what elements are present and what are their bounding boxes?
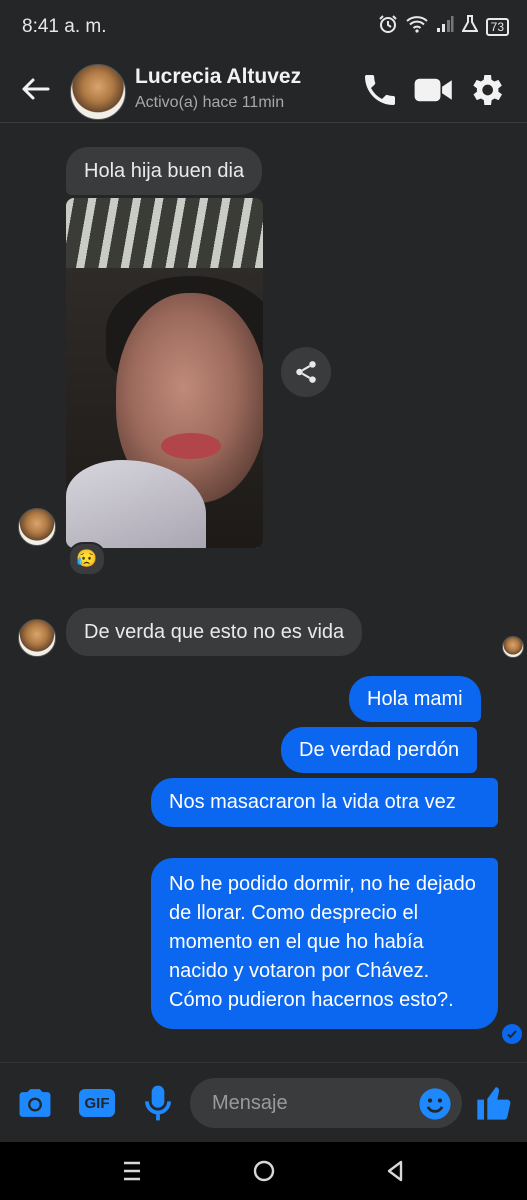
status-bar: 8:41 a. m. 73 — [0, 0, 527, 56]
conversation-settings-button[interactable] — [466, 70, 506, 110]
message-reaction[interactable]: 😥 — [68, 542, 106, 576]
conversation-header: Lucrecia Altuvez Activo(a) hace 11min — [0, 56, 527, 123]
microphone-icon — [145, 1085, 171, 1121]
signal-icon — [436, 15, 454, 38]
outgoing-message[interactable]: Hola mami — [349, 676, 481, 722]
phone-icon — [365, 75, 395, 105]
wifi-icon — [405, 15, 428, 38]
lab-icon — [460, 15, 479, 38]
back-icon — [387, 1160, 403, 1182]
gif-icon: GIF — [79, 1089, 115, 1117]
voice-record-button[interactable] — [138, 1083, 178, 1123]
contact-status: Activo(a) hace 11min — [135, 94, 285, 111]
thumbs-up-icon — [477, 1087, 511, 1120]
voice-call-button[interactable] — [360, 70, 400, 110]
gif-button[interactable]: GIF — [77, 1085, 117, 1121]
status-icons: 73 — [378, 14, 509, 39]
incoming-message[interactable]: Hola hija buen dia — [66, 147, 263, 195]
home-button[interactable] — [248, 1154, 280, 1188]
thumbs-up-button[interactable] — [472, 1081, 516, 1125]
sender-avatar[interactable] — [18, 508, 56, 546]
alarm-icon — [378, 14, 398, 39]
battery-icon: 73 — [485, 17, 509, 36]
home-icon — [253, 1160, 275, 1182]
outgoing-message[interactable]: Nos masacraron la vida otra vez — [151, 778, 498, 827]
camera-icon — [19, 1089, 51, 1117]
outgoing-message[interactable]: De verdad perdón — [281, 727, 478, 773]
back-arrow-icon — [22, 78, 50, 100]
emoji-icon — [419, 1088, 451, 1120]
sender-avatar[interactable] — [18, 619, 56, 657]
back-button[interactable] — [18, 72, 52, 106]
outgoing-message[interactable]: No he podido dormir, no he dejado de llo… — [151, 858, 498, 1029]
seen-indicator-avatar — [502, 636, 524, 658]
share-icon — [296, 361, 316, 383]
message-composer: GIF — [0, 1062, 527, 1143]
emoji-button[interactable] — [418, 1087, 452, 1121]
delivered-check-icon — [502, 1024, 522, 1044]
system-back-button[interactable] — [378, 1155, 412, 1187]
camera-button[interactable] — [15, 1083, 55, 1123]
recent-apps-icon — [124, 1161, 140, 1181]
share-button[interactable] — [281, 347, 331, 397]
incoming-message[interactable]: De verda que esto no es vida — [66, 608, 363, 656]
recent-apps-button[interactable] — [115, 1155, 149, 1187]
system-navigation-bar — [0, 1142, 527, 1200]
video-camera-icon — [414, 78, 452, 102]
photo-attachment[interactable] — [66, 198, 263, 548]
gear-icon — [473, 75, 502, 105]
contact-avatar[interactable] — [70, 64, 126, 120]
status-time: 8:41 a. m. — [22, 16, 107, 37]
video-call-button[interactable] — [413, 70, 455, 110]
contact-name[interactable]: Lucrecia Altuvez — [135, 65, 301, 89]
